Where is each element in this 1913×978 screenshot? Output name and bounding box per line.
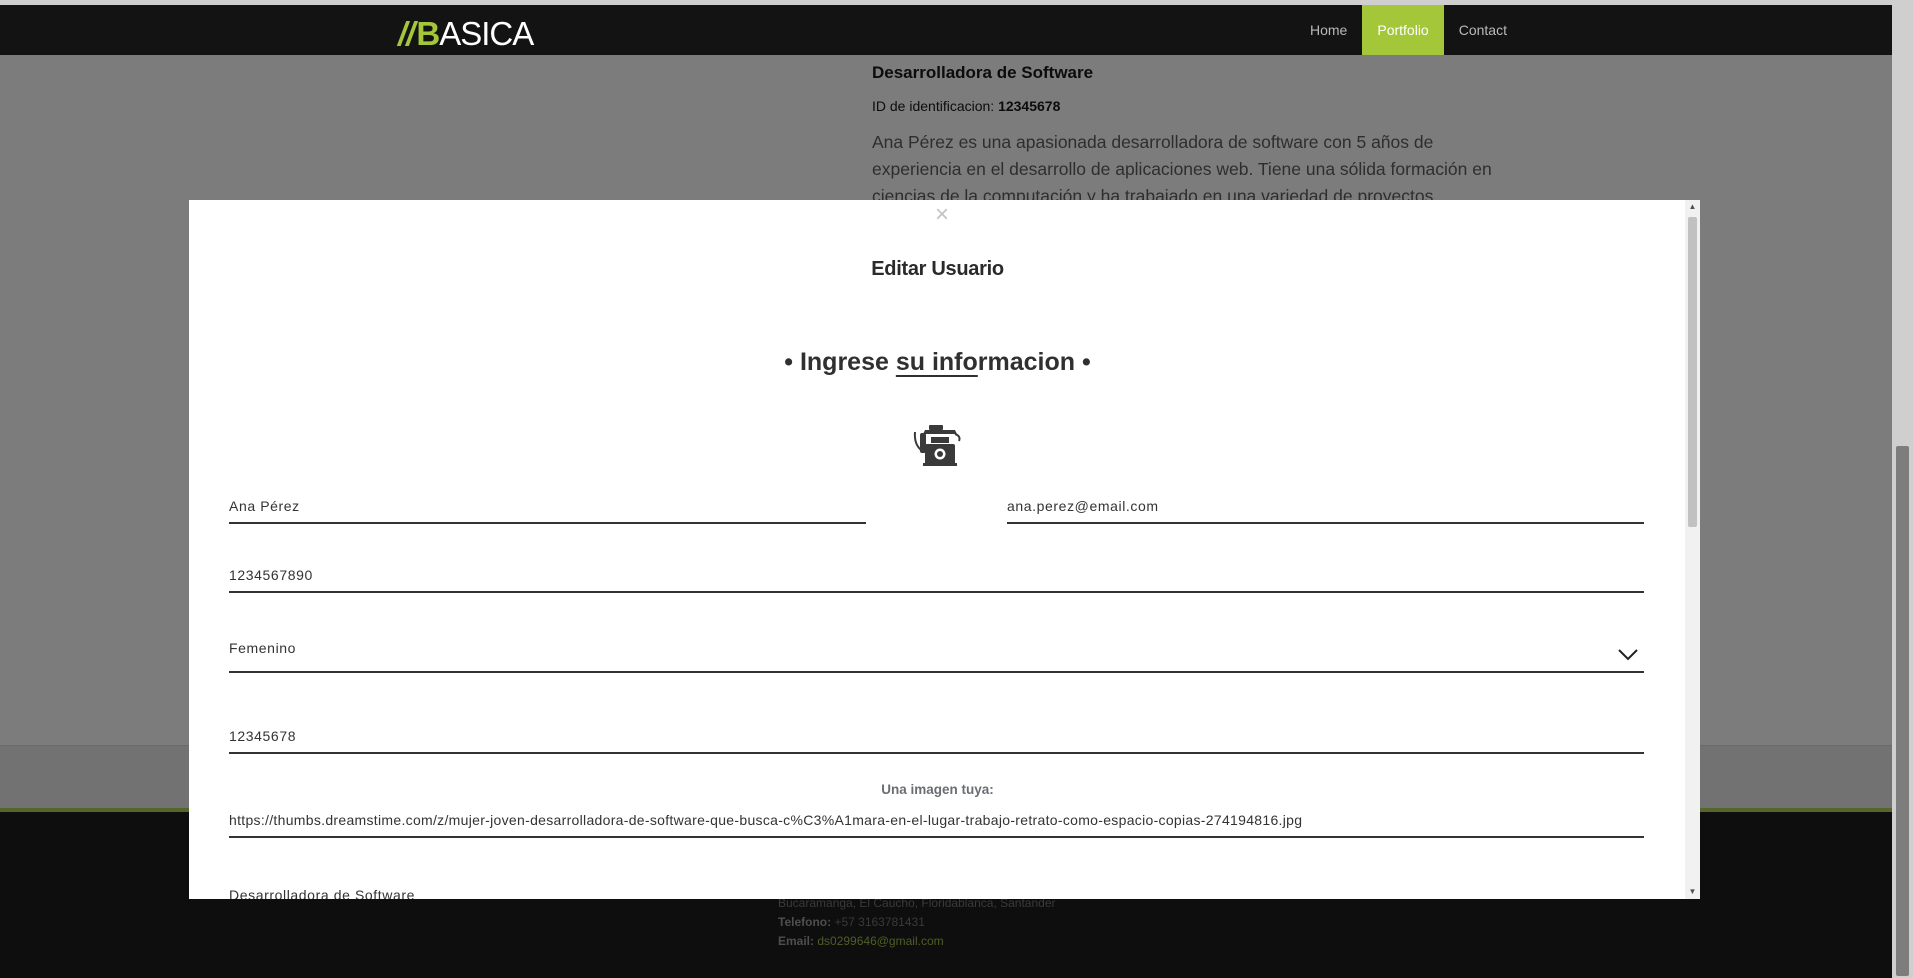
modal-title: Editar Usuario: [871, 258, 1004, 280]
phone-input[interactable]: [229, 567, 1644, 583]
section-heading: • Ingrese su informacion •: [189, 348, 1686, 377]
nav-home-link[interactable]: Home: [1295, 5, 1362, 55]
logo-text: ASICA: [439, 15, 534, 52]
id-field[interactable]: [229, 720, 1644, 754]
phone-field[interactable]: [229, 559, 1644, 593]
profile-job-title: Desarrolladora de Software: [872, 63, 1094, 82]
heading-prefix: • Ingrese: [784, 348, 896, 376]
modal-scrollbar[interactable]: ▲ ▼: [1685, 200, 1700, 899]
heading-underlined: su info: [895, 348, 978, 376]
gender-selected-value: Femenino: [229, 640, 297, 656]
nav-contact-link[interactable]: Contact: [1444, 5, 1522, 55]
logo-letter-b: B: [416, 15, 440, 52]
image-url-input[interactable]: [229, 812, 1644, 828]
profile-description: Ana Pérez es una apasionada desarrollado…: [872, 132, 1492, 206]
logo-slashes: //: [398, 15, 415, 52]
image-label: Una imagen tuya:: [881, 782, 994, 797]
telephone-icon: [913, 425, 961, 466]
footer-phone-value: +57 3163781431: [834, 915, 925, 929]
image-url-field[interactable]: [229, 806, 1644, 838]
profile-id-value: 12345678: [998, 98, 1061, 114]
footer-email: Email: ds0299646@gmail.com: [778, 934, 944, 948]
scroll-down-arrow-icon[interactable]: ▼: [1685, 885, 1700, 899]
chevron-down-icon[interactable]: [1618, 649, 1638, 661]
logo[interactable]: //BASICA: [398, 15, 534, 52]
footer-email-link[interactable]: ds0299646@gmail.com: [817, 934, 943, 948]
scroll-up-arrow-icon[interactable]: ▲: [1685, 200, 1700, 214]
heading-suffix: rmacion •: [977, 348, 1091, 376]
footer-phone: Telefono: +57 3163781431: [778, 915, 925, 929]
email-field[interactable]: [1007, 490, 1644, 524]
nav-links: Home Portfolio Contact: [1295, 5, 1522, 55]
close-icon[interactable]: ×: [927, 200, 957, 230]
id-input[interactable]: [229, 728, 1644, 744]
profile-id-label: ID de identificacion:: [872, 98, 995, 114]
footer-email-label: Email:: [778, 934, 815, 948]
nav-portfolio-link[interactable]: Portfolio: [1362, 5, 1444, 55]
edit-user-modal: × Editar Usuario • Ingrese su informacio…: [189, 200, 1700, 899]
email-input[interactable]: [1007, 498, 1644, 514]
gender-select[interactable]: Femenino: [229, 628, 1644, 673]
profile-id: ID de identificacion: 12345678: [872, 98, 1060, 114]
modal-scrollbar-thumb[interactable]: [1688, 217, 1697, 527]
page-scrollbar-thumb[interactable]: [1896, 446, 1909, 976]
role-field[interactable]: [229, 887, 1644, 899]
role-input[interactable]: [229, 887, 1644, 899]
footer-phone-label: Telefono:: [778, 915, 832, 929]
navbar: //BASICA Home Portfolio Contact: [0, 5, 1892, 55]
name-field[interactable]: [229, 490, 866, 524]
name-input[interactable]: [229, 498, 866, 514]
